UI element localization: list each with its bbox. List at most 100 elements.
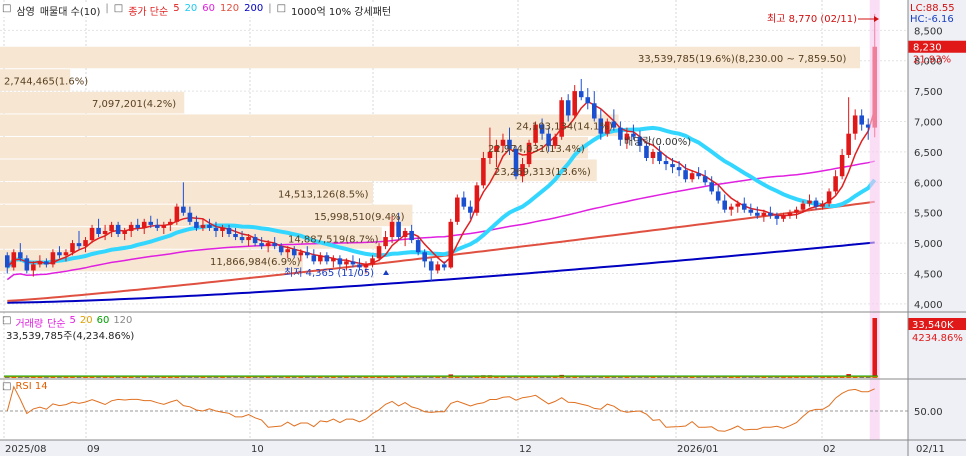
candle-body bbox=[839, 154, 845, 177]
candle-body bbox=[715, 191, 721, 201]
volume-profile-label: 7,097,201(4.2%) bbox=[92, 99, 176, 110]
candle-body bbox=[435, 264, 441, 271]
volume-bar bbox=[872, 318, 878, 378]
volume-profile-label: 33,539,785(19.6%)(8,230.00 ~ 7,859.50) bbox=[638, 54, 847, 65]
candle-body bbox=[415, 240, 421, 253]
candle-body bbox=[161, 224, 167, 228]
low-annotation: 최저 4,365 (11/05) bbox=[284, 267, 374, 279]
x-tick-label: 2025/08 bbox=[5, 444, 47, 455]
candle-body bbox=[109, 224, 114, 231]
volume-value: 33,539,785주(4,234.86%) bbox=[6, 331, 135, 342]
x-tick-label: 10 bbox=[251, 444, 264, 455]
checkbox-icon[interactable]: □ bbox=[114, 3, 123, 17]
candle-body bbox=[448, 221, 454, 268]
candle-body bbox=[455, 197, 460, 222]
candle-body bbox=[761, 212, 767, 216]
candle-body bbox=[735, 203, 741, 207]
candle-body bbox=[787, 212, 793, 216]
candle-body bbox=[148, 221, 154, 225]
legend-separator: | bbox=[268, 3, 272, 14]
candle-body bbox=[794, 209, 799, 213]
candle-body bbox=[187, 212, 193, 222]
candle-body bbox=[748, 209, 754, 213]
right-axis-background bbox=[908, 0, 966, 456]
volume-profile-label: 23,269,313(13.6%) bbox=[494, 167, 591, 178]
price-tick-label: 7,000 bbox=[914, 118, 943, 129]
candle-body bbox=[650, 151, 656, 158]
candle-body bbox=[278, 246, 284, 253]
ma-period-200: 200 bbox=[244, 3, 264, 14]
ma-label: 종가 단순 bbox=[128, 7, 169, 18]
candle-body bbox=[305, 252, 310, 256]
candle-body bbox=[826, 191, 832, 204]
candle-body bbox=[774, 215, 780, 219]
x-tick-label: 02 bbox=[823, 444, 836, 455]
price-change-label: 21.93% bbox=[913, 55, 951, 66]
x-tick-label: 11 bbox=[374, 444, 387, 455]
candle-body bbox=[709, 182, 714, 192]
candle-body bbox=[298, 252, 304, 256]
candle-body bbox=[96, 227, 101, 234]
candle-body bbox=[461, 197, 467, 207]
checkbox-icon[interactable]: □ bbox=[277, 3, 286, 17]
candle-body bbox=[265, 243, 271, 247]
candle-body bbox=[357, 264, 362, 268]
candle-body bbox=[833, 176, 838, 192]
candle-body bbox=[422, 252, 427, 262]
ma-period-120: 120 bbox=[220, 3, 240, 14]
candle-body bbox=[37, 261, 43, 265]
candle-body bbox=[846, 133, 851, 155]
candle-body bbox=[24, 258, 30, 271]
candle-body bbox=[820, 203, 825, 207]
pattern-label: 매물대 수(10) bbox=[39, 7, 101, 18]
candle-body bbox=[311, 255, 317, 262]
candle-body bbox=[31, 264, 36, 271]
lc-value: LC:88.55 bbox=[910, 3, 955, 14]
volume-profile-label: 15,998,510(9.4%) bbox=[314, 212, 405, 223]
candle-body bbox=[168, 221, 173, 225]
candle-body bbox=[676, 167, 682, 171]
candle-body bbox=[272, 243, 277, 247]
extra-indicator-label: 1000억 10% 강세패턴 bbox=[291, 7, 392, 18]
candle-body bbox=[402, 230, 408, 238]
x-tick-label: 09 bbox=[87, 444, 100, 455]
checkbox-icon[interactable]: □ bbox=[2, 3, 11, 17]
candle-body bbox=[318, 255, 323, 262]
candle-body bbox=[728, 206, 734, 210]
candle-body bbox=[618, 127, 623, 140]
ma-period-60: 60 bbox=[202, 3, 216, 14]
candle-body bbox=[337, 258, 343, 265]
candle-body bbox=[246, 237, 251, 241]
candle-body bbox=[194, 221, 199, 228]
current-date-label: 02/11 bbox=[916, 444, 945, 455]
candle-body bbox=[4, 255, 10, 268]
candle-body bbox=[755, 212, 760, 216]
stock-chart[interactable]: 33,539,785(19.6%)(8,230.00 ~ 7,859.50) 2,… bbox=[0, 0, 966, 456]
candle-body bbox=[331, 258, 336, 262]
candle-body bbox=[663, 161, 669, 165]
volume-profile-label: 14,887,519(8.7%) bbox=[288, 234, 379, 245]
legend-separator: | bbox=[105, 3, 109, 14]
candle-body bbox=[859, 115, 864, 125]
price-legend[interactable]: □ 삼영 매물대 수(10) | □ 종가 단순 5 20 60 120 200… bbox=[2, 3, 392, 18]
candle-body bbox=[585, 97, 591, 104]
checkbox-icon[interactable]: □ bbox=[2, 381, 11, 392]
candle-body bbox=[468, 206, 473, 213]
candle-body bbox=[50, 252, 56, 265]
candle-body bbox=[174, 206, 180, 222]
candle-body bbox=[683, 170, 688, 180]
candle-body bbox=[83, 240, 88, 247]
candle-body bbox=[591, 103, 597, 119]
candle-body bbox=[135, 224, 140, 228]
candle-body bbox=[11, 252, 17, 268]
rsi-legend[interactable]: □ RSI 14 bbox=[2, 381, 48, 392]
candle-body bbox=[807, 200, 812, 204]
candle-body bbox=[350, 261, 356, 265]
price-tick-label: 6,000 bbox=[914, 178, 943, 189]
x-tick-label: 2026/01 bbox=[677, 444, 719, 455]
candle-body bbox=[813, 200, 819, 207]
candle-body bbox=[154, 224, 160, 228]
candle-body bbox=[441, 264, 447, 268]
candle-body bbox=[141, 221, 147, 228]
volume-profile-label: 22,974,031(13.4%) bbox=[488, 144, 585, 155]
